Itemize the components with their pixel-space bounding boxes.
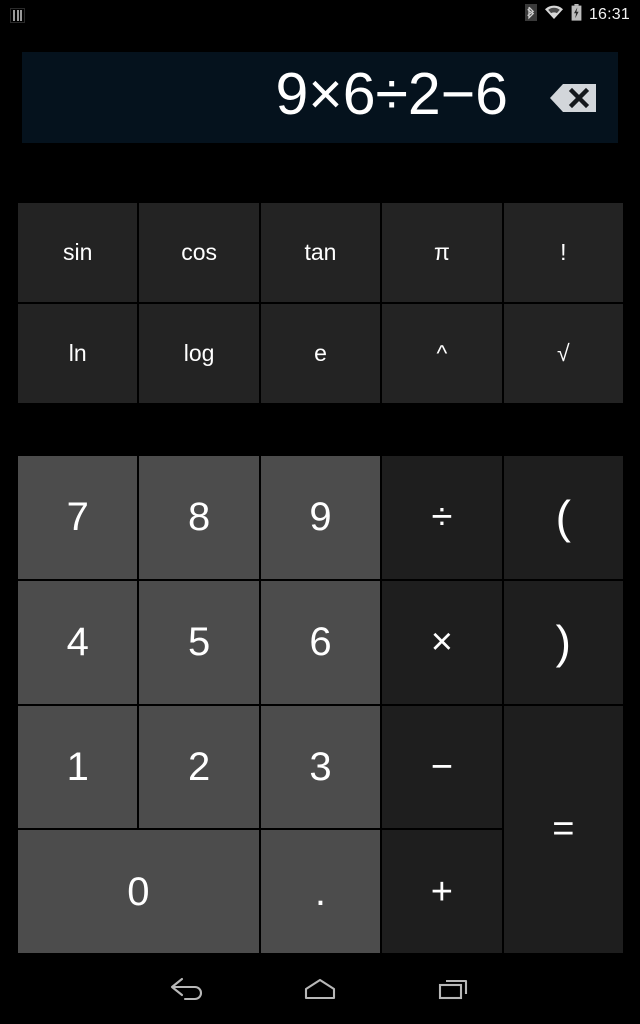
digit-4-key[interactable]: 4 xyxy=(18,580,138,704)
status-bar-left xyxy=(10,7,25,23)
status-bar-clock: 16:31 xyxy=(588,5,630,23)
digit-0-key[interactable]: 0 xyxy=(18,830,259,953)
decimal-point-key[interactable]: . xyxy=(260,830,381,953)
battery-charging-icon xyxy=(571,4,582,26)
power-key[interactable]: ^ xyxy=(382,304,502,403)
minus-key[interactable]: − xyxy=(382,705,502,829)
cos-key[interactable]: cos xyxy=(139,203,259,302)
sin-key[interactable]: sin xyxy=(18,203,138,302)
pi-key[interactable]: π xyxy=(382,203,502,302)
tan-key[interactable]: tan xyxy=(260,203,381,302)
backspace-icon[interactable] xyxy=(530,78,598,118)
bluetooth-icon xyxy=(524,4,537,26)
expression-text: 9×6÷2−6 xyxy=(275,61,508,127)
log-key[interactable]: log xyxy=(139,304,259,403)
digit-1-key[interactable]: 1 xyxy=(18,705,138,829)
plus-key[interactable]: + xyxy=(382,830,502,953)
digit-3-key[interactable]: 3 xyxy=(260,705,381,829)
back-icon[interactable] xyxy=(162,969,212,1009)
open-paren-key[interactable]: ( xyxy=(503,456,623,579)
close-paren-key[interactable]: ) xyxy=(503,580,623,704)
digit-7-key[interactable]: 7 xyxy=(18,456,138,579)
wifi-icon xyxy=(544,5,564,25)
sqrt-key[interactable]: √ xyxy=(503,304,623,403)
calculator-display[interactable]: 9×6÷2−6 xyxy=(22,52,618,143)
status-bar: 16:31 xyxy=(0,0,640,30)
android-navigation-bar xyxy=(0,953,640,1024)
divide-key[interactable]: ÷ xyxy=(382,456,502,579)
ln-key[interactable]: ln xyxy=(18,304,138,403)
digit-2-key[interactable]: 2 xyxy=(139,705,259,829)
factorial-key[interactable]: ! xyxy=(503,203,623,302)
digit-8-key[interactable]: 8 xyxy=(139,456,259,579)
status-bar-right: 16:31 xyxy=(524,4,630,26)
home-icon[interactable] xyxy=(295,969,345,1009)
main-keypad: 7 8 9 ÷ ( 4 5 6 × ) 1 2 3 − = 0 . + xyxy=(18,456,623,953)
multiply-key[interactable]: × xyxy=(382,580,502,704)
equals-key[interactable]: = xyxy=(503,705,623,953)
e-key[interactable]: e xyxy=(260,304,381,403)
digit-5-key[interactable]: 5 xyxy=(139,580,259,704)
function-keypad: sin cos tan π ! ln log e ^ √ xyxy=(18,203,623,403)
digit-6-key[interactable]: 6 xyxy=(260,580,381,704)
notification-bars-icon xyxy=(10,7,25,23)
digit-9-key[interactable]: 9 xyxy=(260,456,381,579)
recents-icon[interactable] xyxy=(428,969,478,1009)
